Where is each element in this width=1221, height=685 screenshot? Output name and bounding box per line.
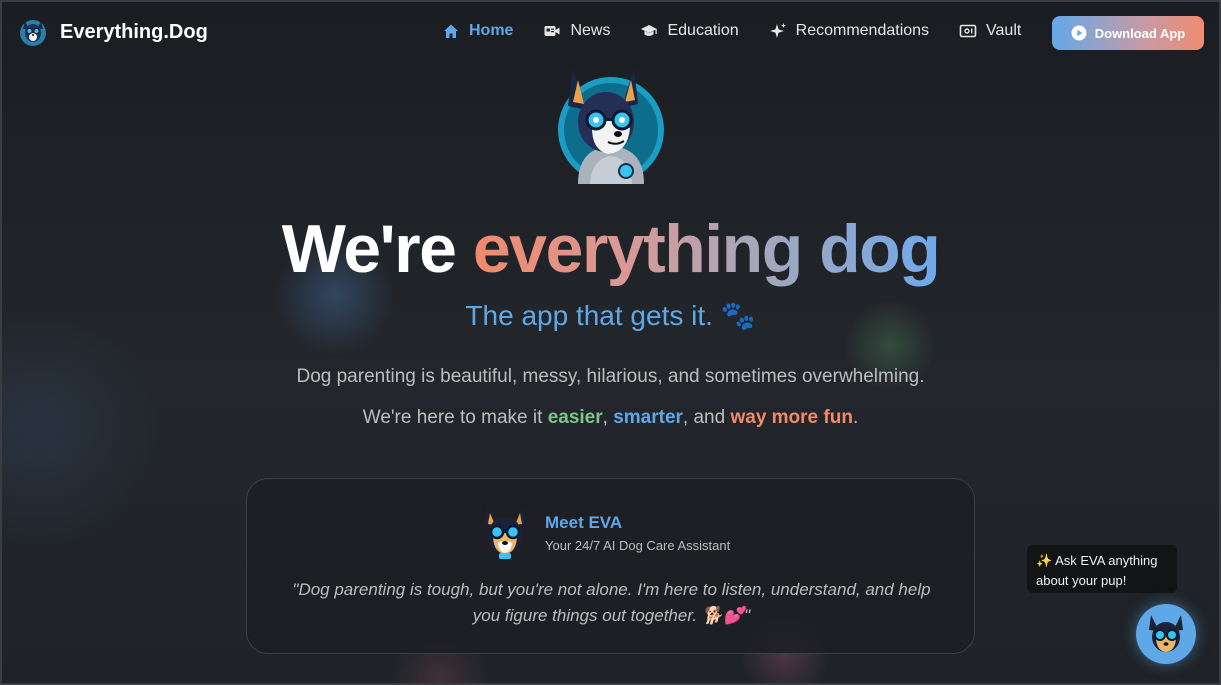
desc-word-fun: way more fun [730, 407, 853, 428]
desc-prefix: We're here to make it [362, 407, 548, 428]
eva-avatar [485, 507, 525, 559]
eva-subtitle: Your 24/7 AI Dog Care Assistant [545, 538, 731, 553]
brand[interactable]: Everything.Dog [18, 17, 208, 47]
vault-icon [959, 24, 977, 38]
nav-item-vault[interactable]: Vault [959, 22, 1021, 40]
nav-item-label: News [570, 22, 611, 39]
nav-item-label: Vault [986, 22, 1022, 39]
hero-headline: We're everything dog [0, 210, 1221, 288]
hero-subtitle: The app that gets it. 🐾 [465, 300, 756, 331]
robot-dog-avatar [558, 68, 664, 184]
nav-item-recommendations[interactable]: Recommendations [769, 22, 929, 40]
desc-sep1: , [602, 407, 614, 428]
dog-logo-icon [20, 20, 46, 46]
nav-item-home[interactable]: Home [442, 22, 513, 40]
download-app-button[interactable]: Download App [1052, 16, 1204, 50]
nav-item-label: Home [469, 22, 514, 39]
ask-eva-tooltip: ✨ Ask EVA anything about your pup! [1027, 545, 1177, 593]
nav-menu: Home News Education Recommendations Vaul… [442, 22, 1051, 40]
desc-sep2: , and [682, 407, 731, 428]
nav-item-label: Recommendations [795, 22, 930, 39]
desc-suffix: . [852, 407, 859, 428]
meet-eva-card: Meet EVA Your 24/7 AI Dog Care Assistant… [246, 478, 975, 654]
brand-name: Everything.Dog [60, 20, 208, 43]
eva-header: Meet EVA Your 24/7 AI Dog Care Assistant [481, 505, 730, 561]
eva-dog-icon [1149, 615, 1183, 652]
ask-eva-button[interactable] [1136, 604, 1196, 664]
hero-description-line2: We're here to make it easier, smarter, a… [0, 407, 1221, 429]
eva-title: Meet EVA [545, 513, 623, 532]
eva-text: Meet EVA Your 24/7 AI Dog Care Assistant [545, 513, 730, 553]
play-circle-icon [1071, 25, 1087, 41]
download-app-label: Download App [1094, 25, 1186, 41]
sparkles-icon [769, 23, 786, 38]
nav-item-label: Education [667, 22, 739, 39]
headline-plain: We're [281, 211, 473, 287]
desc-word-smarter: smarter [613, 407, 683, 428]
top-nav: Everything.Dog Home News Education Recom… [0, 0, 1221, 66]
home-icon [444, 24, 458, 38]
eva-quote: "Dog parenting is tough, but you're not … [292, 580, 931, 625]
hero-description-line1: Dog parenting is beautiful, messy, hilar… [296, 366, 925, 387]
news-icon [544, 26, 560, 36]
headline-gradient: everything dog [472, 211, 941, 287]
nav-item-news[interactable]: News [543, 22, 610, 40]
desc-word-easier: easier [547, 407, 603, 428]
graduation-cap-icon [641, 25, 658, 36]
nav-item-education[interactable]: Education [640, 22, 739, 40]
